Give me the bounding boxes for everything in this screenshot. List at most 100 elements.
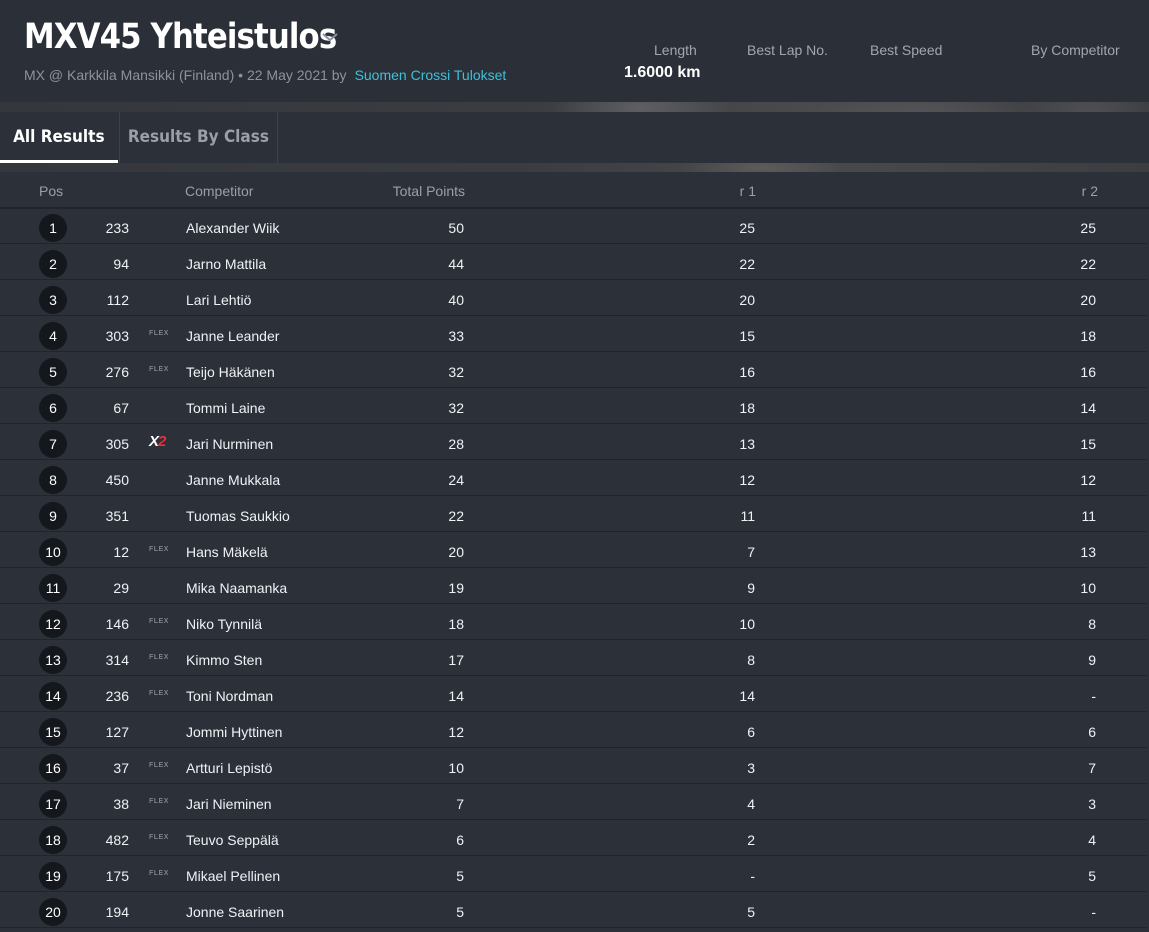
flex-badge: FLEX — [149, 618, 169, 625]
race-2-points: 13 — [1080, 544, 1096, 560]
table-row[interactable]: 18 482 FLEX Teuvo Seppälä 6 2 4 — [0, 821, 1147, 856]
column-header-total-points[interactable]: Total Points — [393, 183, 465, 199]
competitor-name[interactable]: Tommi Laine — [186, 400, 265, 416]
competitor-name[interactable]: Teijo Häkänen — [186, 364, 275, 380]
table-row[interactable]: 12 146 FLEX Niko Tynnilä 18 10 8 — [0, 605, 1147, 640]
race-number: 37 — [113, 760, 129, 776]
table-row[interactable]: 14 236 FLEX Toni Nordman 14 14 - — [0, 677, 1147, 712]
race-1-points: 18 — [739, 400, 755, 416]
position-badge: 14 — [39, 682, 67, 710]
competitor-name[interactable]: Janne Leander — [186, 328, 279, 344]
total-points: 50 — [448, 220, 464, 236]
race-2-points: 8 — [1088, 616, 1096, 632]
position-badge: 10 — [39, 538, 67, 566]
flex-badge: FLEX — [149, 798, 169, 805]
competitor-name[interactable]: Jonne Saarinen — [186, 904, 284, 920]
best-speed-label: Best Speed — [870, 42, 943, 58]
competitor-name[interactable]: Jari Nieminen — [186, 796, 272, 812]
position-badge: 19 — [39, 862, 67, 890]
race-2-points: 20 — [1080, 292, 1096, 308]
competitor-name[interactable]: Artturi Lepistö — [186, 760, 272, 776]
race-1-points: 13 — [739, 436, 755, 452]
position-badge: 2 — [39, 250, 67, 278]
tab-all-results[interactable]: All Results — [0, 112, 118, 163]
table-row[interactable]: 13 314 FLEX Kimmo Sten 17 8 9 — [0, 641, 1147, 676]
table-row[interactable]: 8 450 Janne Mukkala 24 12 12 — [0, 461, 1147, 496]
position-badge: 7 — [39, 430, 67, 458]
position-badge: 1 — [39, 214, 67, 242]
race-number: 194 — [105, 904, 129, 920]
race-1-points: 10 — [739, 616, 755, 632]
race-1-points: 2 — [747, 832, 755, 848]
column-header-r1[interactable]: r 1 — [740, 183, 756, 199]
table-row[interactable]: 2 94 Jarno Mattila 44 22 22 — [0, 245, 1147, 280]
table-row[interactable]: 9 351 Tuomas Saukkio 22 11 11 — [0, 497, 1147, 532]
flex-badge: FLEX — [149, 762, 169, 769]
race-1-points: 16 — [739, 364, 755, 380]
competitor-name[interactable]: Hans Mäkelä — [186, 544, 268, 560]
race-number: 127 — [105, 724, 129, 740]
race-number: 236 — [105, 688, 129, 704]
race-number: 38 — [113, 796, 129, 812]
tab-results-by-class[interactable]: Results By Class — [119, 112, 278, 163]
table-row[interactable]: 5 276 FLEX Teijo Häkänen 32 16 16 — [0, 353, 1147, 388]
table-row[interactable]: 1 233 Alexander Wiik 50 25 25 — [0, 209, 1147, 244]
race-2-points: 22 — [1080, 256, 1096, 272]
length-value: 1.6000 km — [624, 64, 701, 81]
competitor-name[interactable]: Mikael Pellinen — [186, 868, 280, 884]
table-row[interactable]: 4 303 FLEX Janne Leander 33 15 18 — [0, 317, 1147, 352]
competitor-name[interactable]: Mika Naamanka — [186, 580, 287, 596]
race-2-points: 18 — [1080, 328, 1096, 344]
competitor-name[interactable]: Toni Nordman — [186, 688, 273, 704]
total-points: 10 — [448, 760, 464, 776]
competitor-name[interactable]: Jari Nurminen — [186, 436, 273, 452]
competitor-name[interactable]: Jommi Hyttinen — [186, 724, 282, 740]
column-header-competitor[interactable]: Competitor — [185, 183, 253, 199]
column-header-pos[interactable]: Pos — [39, 183, 63, 199]
race-1-points: 11 — [740, 508, 755, 524]
table-row[interactable]: 19 175 FLEX Mikael Pellinen 5 - 5 — [0, 857, 1147, 892]
chevron-down-icon[interactable] — [320, 30, 340, 44]
table-row[interactable]: 3 112 Lari Lehtiö 40 20 20 — [0, 281, 1147, 316]
competitor-name[interactable]: Teuvo Seppälä — [186, 832, 279, 848]
competitor-name[interactable]: Alexander Wiik — [186, 220, 279, 236]
position-badge: 3 — [39, 286, 67, 314]
table-row[interactable]: 11 29 Mika Naamanka 19 9 10 — [0, 569, 1147, 604]
competitor-name[interactable]: Kimmo Sten — [186, 652, 262, 668]
race-2-points: 10 — [1080, 580, 1096, 596]
race-2-points: 4 — [1088, 832, 1096, 848]
total-points: 32 — [448, 364, 464, 380]
table-row[interactable]: 7 305 X2 Jari Nurminen 28 13 15 — [0, 425, 1147, 460]
total-points: 33 — [448, 328, 464, 344]
column-header-r2[interactable]: r 2 — [1082, 183, 1098, 199]
competitor-name[interactable]: Niko Tynnilä — [186, 616, 262, 632]
position-badge: 5 — [39, 358, 67, 386]
competitor-name[interactable]: Jarno Mattila — [186, 256, 266, 272]
race-1-points: 12 — [739, 472, 755, 488]
race-1-points: 20 — [739, 292, 755, 308]
race-2-points: 15 — [1080, 436, 1096, 452]
race-2-points: 5 — [1088, 868, 1096, 884]
race-1-points: 22 — [739, 256, 755, 272]
competitor-name[interactable]: Lari Lehtiö — [186, 292, 251, 308]
race-1-points: - — [750, 868, 755, 884]
competitor-name[interactable]: Janne Mukkala — [186, 472, 280, 488]
organizer-link[interactable]: Suomen Crossi Tulokset — [355, 67, 507, 83]
table-row[interactable]: 15 127 Jommi Hyttinen 12 6 6 — [0, 713, 1147, 748]
table-row[interactable]: 6 67 Tommi Laine 32 18 14 — [0, 389, 1147, 424]
table-row[interactable]: 10 12 FLEX Hans Mäkelä 20 7 13 — [0, 533, 1147, 568]
table-row[interactable]: 17 38 FLEX Jari Nieminen 7 4 3 — [0, 785, 1147, 820]
race-1-points: 8 — [747, 652, 755, 668]
race-2-points: 7 — [1088, 760, 1096, 776]
table-row[interactable]: 20 194 Jonne Saarinen 5 5 - — [0, 893, 1147, 928]
competitor-name[interactable]: Tuomas Saukkio — [186, 508, 290, 524]
race-2-points: - — [1091, 904, 1096, 920]
by-competitor-link[interactable]: By Competitor — [1031, 42, 1120, 58]
flex-badge: FLEX — [149, 546, 169, 553]
total-points: 5 — [456, 868, 464, 884]
flex-badge: FLEX — [149, 690, 169, 697]
flex-badge: FLEX — [149, 330, 169, 337]
race-number: 94 — [113, 256, 129, 272]
table-row[interactable]: 16 37 FLEX Artturi Lepistö 10 3 7 — [0, 749, 1147, 784]
total-points: 28 — [448, 436, 464, 452]
